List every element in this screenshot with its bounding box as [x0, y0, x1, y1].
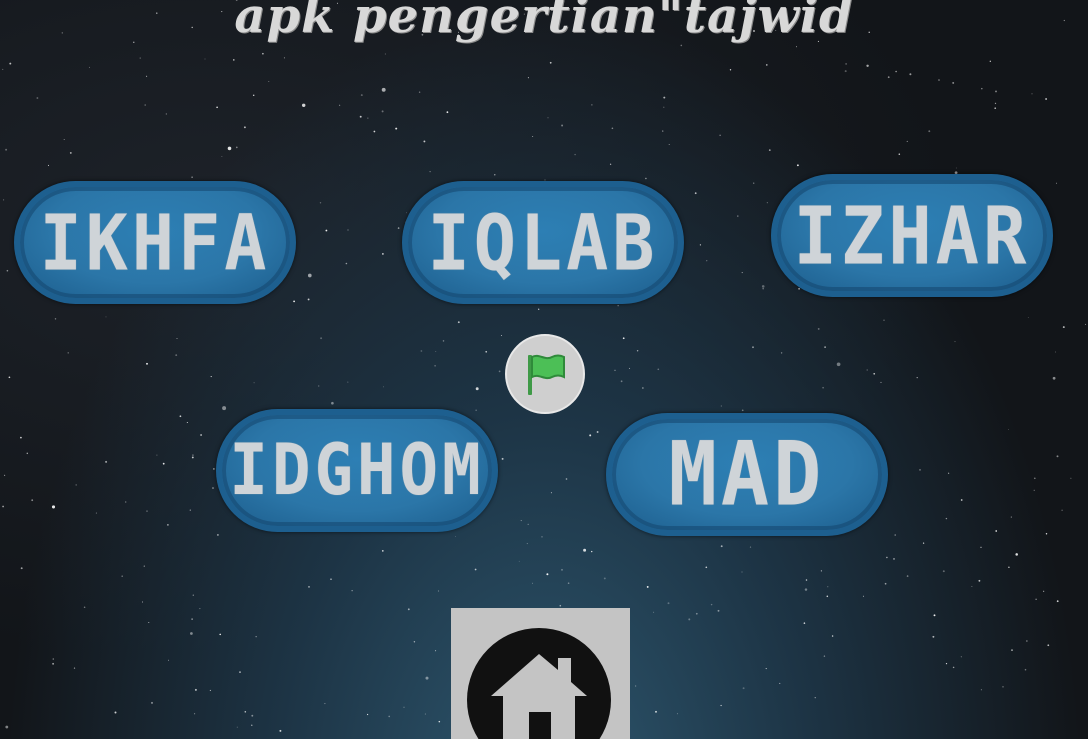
green-flag-icon	[528, 354, 565, 395]
idghom-button[interactable]: IDGHOM	[216, 409, 498, 532]
iqlab-button-label: IQLAB	[427, 197, 659, 288]
izhar-button-label: IZHAR	[793, 189, 1031, 282]
izhar-button[interactable]: IZHAR	[771, 174, 1053, 297]
mad-button[interactable]: MAD	[606, 413, 888, 536]
iqlab-button[interactable]: IQLAB	[402, 181, 684, 304]
page-title: apk pengertian"tajwid	[234, 0, 854, 44]
idghom-button-label: IDGHOM	[229, 429, 485, 512]
home-icon	[467, 628, 611, 739]
ikhfa-button-label: IKHFA	[39, 197, 271, 288]
ikhfa-button[interactable]: IKHFA	[14, 181, 296, 304]
mad-button-label: MAD	[668, 422, 826, 526]
start-flag-button[interactable]	[505, 334, 585, 414]
home-button[interactable]	[451, 608, 630, 739]
